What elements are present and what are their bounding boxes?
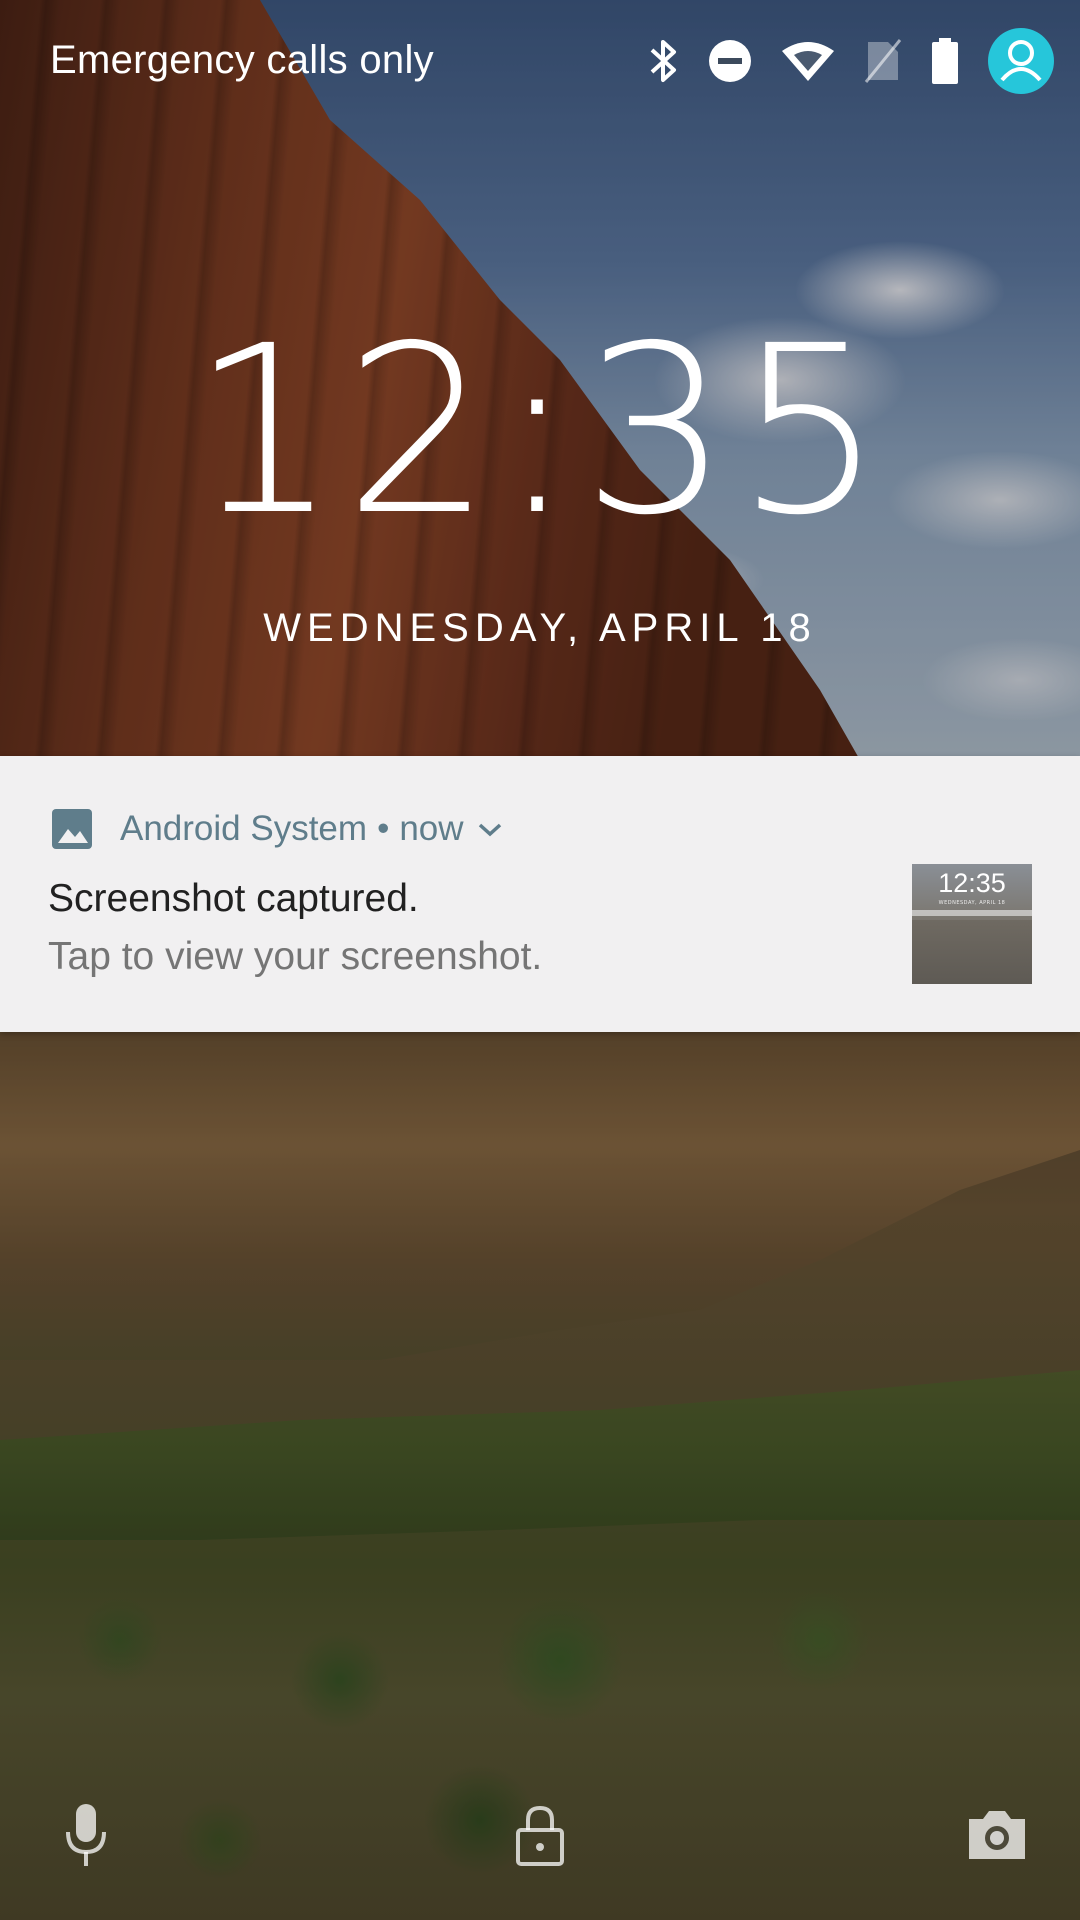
lockscreen-clock: 12:35 <box>190 296 890 566</box>
wifi-icon <box>780 39 836 83</box>
bluetooth-icon <box>648 38 680 84</box>
status-bar[interactable]: Emergency calls only <box>0 0 1080 120</box>
thumbnail-clock: 12:35 <box>938 868 1006 898</box>
do-not-disturb-icon <box>708 39 752 83</box>
chevron-down-icon[interactable] <box>476 809 504 849</box>
notification-time: now <box>399 809 464 848</box>
battery-icon <box>930 38 960 84</box>
notification-header: Android System • now <box>50 804 504 854</box>
image-icon <box>50 807 94 851</box>
screenshot-notification[interactable]: Android System • now Screenshot captured… <box>0 756 1080 1032</box>
status-icons <box>648 28 1054 94</box>
carrier-text: Emergency calls only <box>50 38 434 82</box>
no-sim-icon <box>864 38 902 84</box>
microphone-icon[interactable] <box>58 1800 114 1870</box>
lock-screen: Emergency calls only 12:35 WEDNESDAY, AP… <box>0 0 1080 1920</box>
thumbnail-notification-strip <box>912 910 1032 916</box>
thumbnail-landscape <box>912 920 1032 984</box>
thumbnail-date: WEDNESDAY, APRIL 18 <box>938 900 1006 906</box>
lockscreen-date: WEDNESDAY, APRIL 18 <box>263 606 817 650</box>
screenshot-thumbnail[interactable]: 12:35 WEDNESDAY, APRIL 18 <box>912 864 1032 984</box>
user-avatar-icon[interactable] <box>988 28 1054 94</box>
notification-app-name: Android System <box>120 809 368 848</box>
camera-icon[interactable] <box>962 1800 1032 1870</box>
notification-text: Tap to view your screenshot. <box>48 935 543 978</box>
lock-icon[interactable] <box>512 1800 568 1870</box>
notification-separator: • <box>377 809 390 848</box>
notification-title: Screenshot captured. <box>48 877 419 920</box>
